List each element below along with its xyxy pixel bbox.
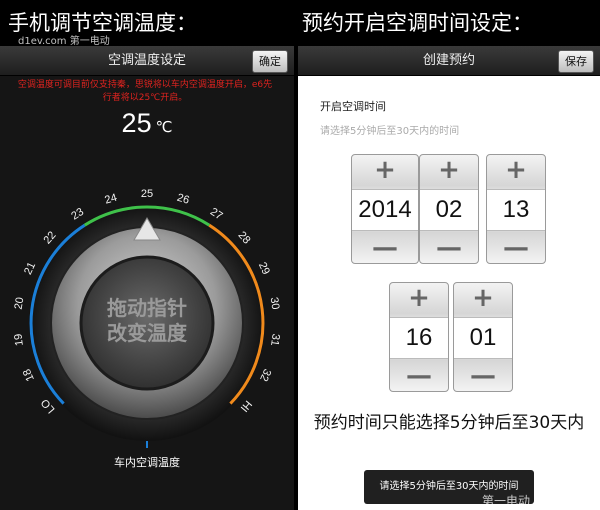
hour-decrement-button[interactable]: — (390, 361, 448, 391)
hour-picker: + 16 — (389, 282, 449, 392)
notice-line-1: 空调温度可调目前仅支持秦，思锐将以车内空调温度开启，e6先 (17, 80, 273, 90)
dial-label-18: 18 (21, 367, 37, 383)
save-button[interactable]: 保存 (558, 50, 594, 73)
dial-label-hi: HI (238, 398, 254, 414)
day-picker: + 13 — (486, 154, 546, 264)
year-increment-button[interactable]: + (352, 155, 418, 185)
section-label: 开启空调时间 (320, 100, 386, 113)
month-value: 02 (420, 189, 478, 231)
hour-increment-button[interactable]: + (390, 283, 448, 313)
schedule-rule-text: 预约时间只能选择5分钟后至30天内 (313, 413, 585, 433)
knob-text-line-1: 拖动指针 (107, 296, 187, 320)
right-title-bar: 创建预约 保存 (298, 46, 600, 76)
dial-label-30: 30 (268, 296, 282, 310)
dial-label-24: 24 (103, 192, 118, 207)
dial-label-23: 23 (69, 206, 86, 223)
dial-label-22: 22 (41, 229, 58, 246)
minute-value: 01 (454, 317, 512, 359)
day-decrement-button[interactable]: — (487, 233, 545, 263)
temperature-readout: 25 ℃ (0, 108, 294, 139)
knob-instruction: 拖动指针 改变温度 (92, 296, 202, 346)
year-value: 2014 (352, 189, 418, 231)
month-picker: + 02 — (419, 154, 479, 264)
hour-value: 16 (390, 317, 448, 359)
time-hint: 请选择5分钟后至30天内的时间 (320, 126, 460, 137)
right-caption: 预约开启空调时间设定： (302, 11, 533, 35)
dial-label-21: 21 (22, 260, 38, 276)
dial-label-27: 27 (208, 206, 225, 223)
month-decrement-button[interactable]: — (420, 233, 478, 263)
year-picker: + 2014 — (351, 154, 419, 264)
minute-picker: + 01 — (453, 282, 513, 392)
dial-label-26: 26 (176, 192, 191, 207)
support-notice: 空调温度可调目前仅支持秦，思锐将以车内空调温度开启，e6先 行者将以25℃开启。 (0, 79, 294, 105)
dial-label-20: 20 (13, 296, 27, 310)
page-title: 创建预约 (422, 53, 475, 68)
dial-label-25: 25 (141, 188, 153, 200)
watermark-bottom: 第一电动 (482, 494, 531, 508)
temperature-unit: ℃ (155, 118, 173, 136)
dial-label-19: 19 (12, 333, 25, 347)
schedule-screen: 创建预约 保存 开启空调时间 请选择5分钟后至30天内的时间 + 2014 — … (298, 46, 600, 510)
confirm-button[interactable]: 确定 (252, 50, 288, 73)
temperature-value: 25 (121, 108, 152, 138)
temperature-setting-screen: LO 18 19 20 21 22 23 24 25 26 27 28 29 30 31 32 HI 空调温度设… (0, 46, 294, 510)
notice-line-2: 行者将以25℃开启。 (102, 93, 188, 103)
minute-increment-button[interactable]: + (454, 283, 512, 313)
knob-text-line-2: 改变温度 (107, 321, 187, 345)
dial-label-lo: LO (39, 396, 58, 415)
day-increment-button[interactable]: + (487, 155, 545, 185)
dial-label-29: 29 (256, 260, 272, 276)
year-decrement-button[interactable]: — (352, 233, 418, 263)
page-title: 空调温度设定 (107, 53, 186, 68)
watermark-top: d1ev.com 第一电动 (18, 36, 110, 47)
dial-label-32: 32 (257, 367, 273, 383)
left-title-bar: 空调温度设定 确定 (0, 46, 294, 76)
dial-label-28: 28 (235, 229, 252, 246)
dial-label-31: 31 (268, 333, 281, 347)
month-increment-button[interactable]: + (420, 155, 478, 185)
current-temp-label: 车内空调温度 (114, 456, 180, 469)
day-value: 13 (487, 189, 545, 231)
minute-decrement-button[interactable]: — (454, 361, 512, 391)
